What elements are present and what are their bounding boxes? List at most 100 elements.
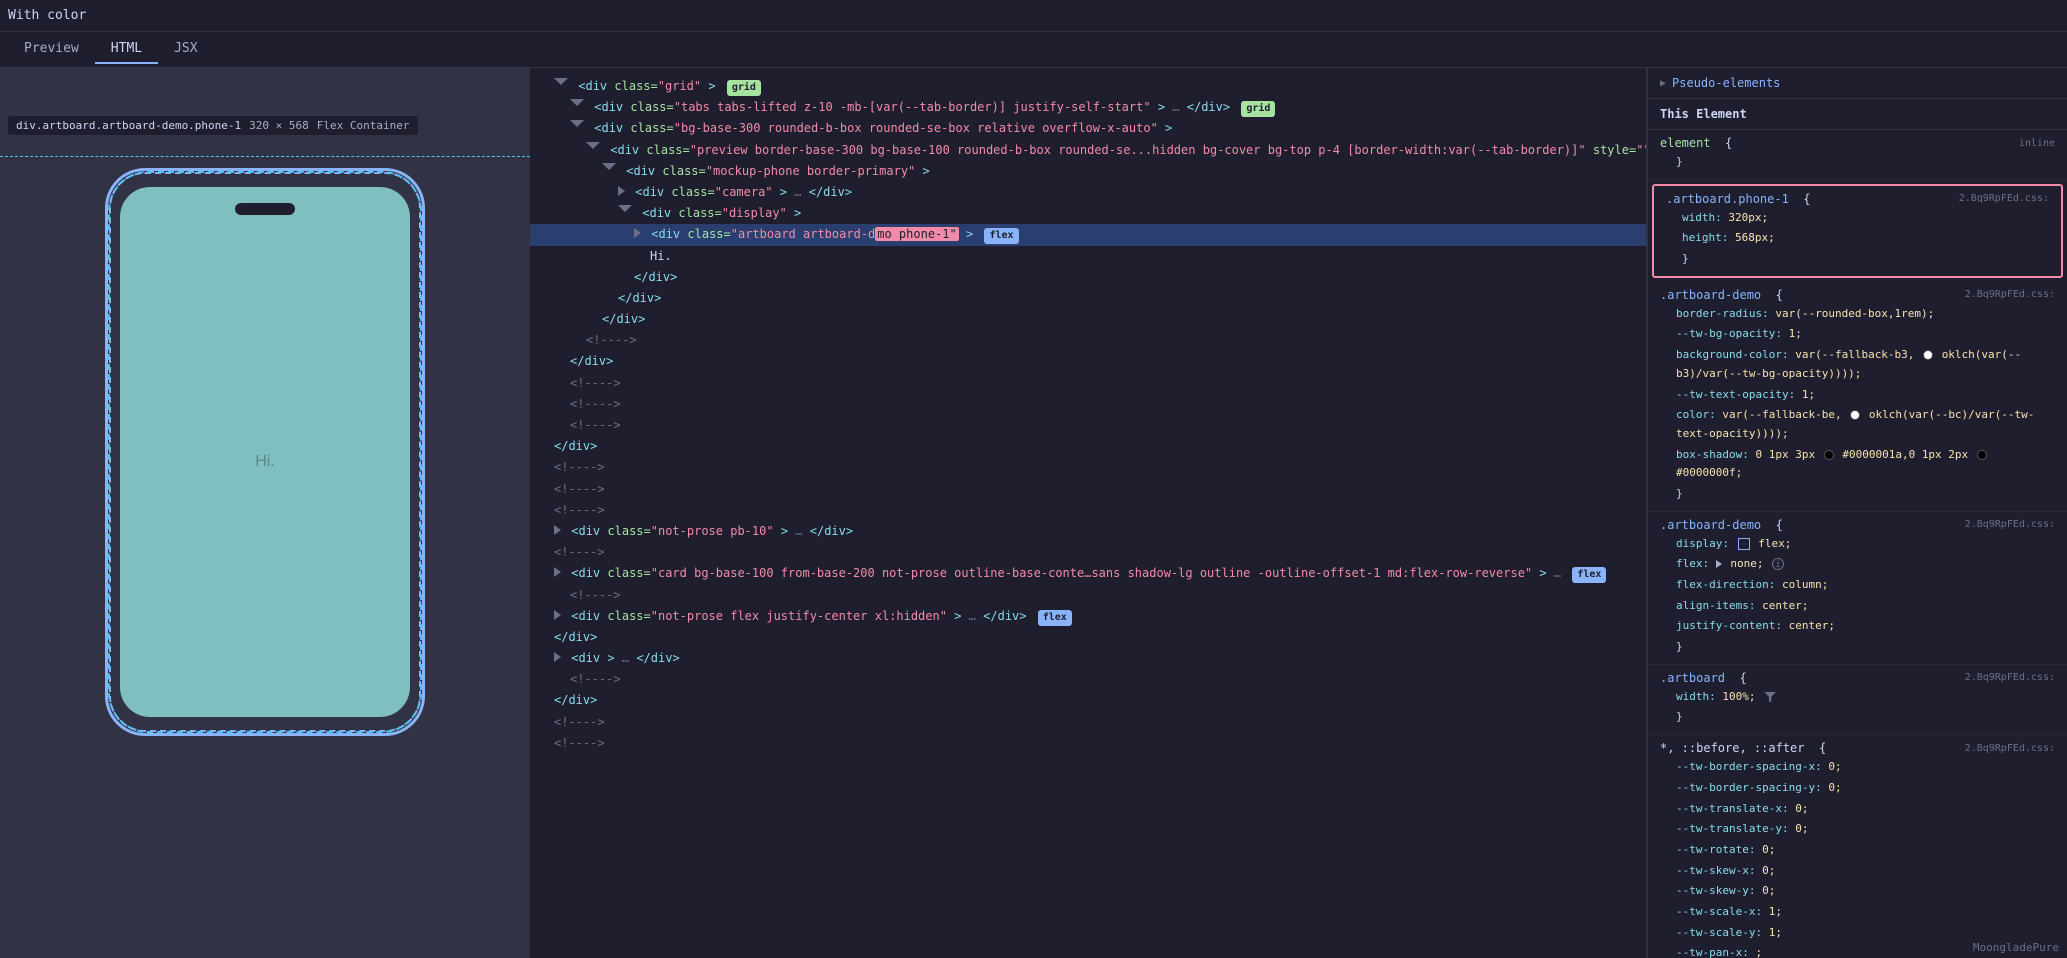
triangle-icon[interactable] xyxy=(618,205,632,217)
style-selector: element ︎ { inline xyxy=(1660,136,2055,150)
triangle-icon[interactable] xyxy=(618,186,625,196)
element-info-bar: div.artboard.artboard-demo.phone-1 320 ×… xyxy=(8,116,418,135)
style-prop: } xyxy=(1660,707,2055,728)
style-prop: box-shadow: 0 1px 3px #0000001a,0 1px 2p… xyxy=(1660,445,2055,484)
style-prop: --tw-border-spacing-x: 0; xyxy=(1660,757,2055,778)
style-prop: justify-content: center; xyxy=(1660,616,2055,637)
style-selector: *, ::before, ::after ︎ { 2.Bq9RpFEd.css: xyxy=(1660,741,2055,755)
triangle-icon[interactable] xyxy=(554,525,561,535)
html-line[interactable]: <!----> xyxy=(530,330,1646,351)
style-prop: width: 320px; xyxy=(1666,208,2049,229)
ruler-top xyxy=(0,156,530,158)
html-line[interactable]: <!----> xyxy=(530,457,1646,478)
style-prop: } xyxy=(1660,484,2055,505)
style-selector: .artboard ︎ { 2.Bq9RpFEd.css: xyxy=(1660,671,2055,685)
html-line[interactable]: <div class="card bg-base-100 from-base-2… xyxy=(530,563,1646,584)
style-prop: --tw-skew-y: 0; xyxy=(1660,881,2055,902)
html-line[interactable]: <div class="camera" > … </div> xyxy=(530,182,1646,203)
html-line[interactable]: <div class="display" > xyxy=(530,203,1646,224)
style-prop: width: 100%; xyxy=(1660,687,2055,708)
style-block-element: element ︎ { inline } xyxy=(1648,130,2067,180)
style-prop: --tw-skew-x: 0; xyxy=(1660,861,2055,882)
phone-hi-text: Hi. xyxy=(255,453,275,471)
html-line[interactable]: Hi. xyxy=(530,246,1646,267)
flex-icon xyxy=(1738,538,1750,550)
main-content: div.artboard.artboard-demo.phone-1 320 ×… xyxy=(0,68,2067,958)
tab-html[interactable]: HTML xyxy=(95,35,158,64)
style-block-artboard: .artboard ︎ { 2.Bq9RpFEd.css: width: 100… xyxy=(1648,665,2067,735)
arrow-right-icon xyxy=(1716,560,1722,568)
triangle-icon[interactable] xyxy=(554,652,561,662)
element-type: Flex Container xyxy=(317,119,410,132)
color-swatch-white2 xyxy=(1850,410,1860,420)
style-selector: .artboard.phone-1 ︎ { 2.Bq9RpFEd.css: xyxy=(1666,192,2049,206)
html-line[interactable]: </div> xyxy=(530,351,1646,372)
style-prop: align-items: center; xyxy=(1660,596,2055,617)
pseudo-elements-header[interactable]: ▶ Pseudo-elements xyxy=(1648,68,2067,99)
style-block-artboard-demo-1: .artboard-demo ︎ { 2.Bq9RpFEd.css: borde… xyxy=(1648,282,2067,512)
html-line[interactable]: <div class="bg-base-300 rounded-b-box ro… xyxy=(530,118,1646,139)
phone-outer: Hi. xyxy=(105,168,425,736)
triangle-icon[interactable] xyxy=(554,567,561,577)
tab-bar: Preview HTML JSX xyxy=(0,32,2067,68)
color-swatch-black2 xyxy=(1977,450,1987,460)
style-prop: --tw-translate-y: 0; xyxy=(1660,819,2055,840)
html-line[interactable]: <!----> xyxy=(530,394,1646,415)
style-block-phone1: .artboard.phone-1 ︎ { 2.Bq9RpFEd.css: wi… xyxy=(1652,184,2063,278)
html-line[interactable]: </div> xyxy=(530,436,1646,457)
html-line[interactable]: <div class="not-prose pb-10" > … </div> xyxy=(530,521,1646,542)
style-prop: } xyxy=(1660,152,2055,173)
html-line[interactable]: </div> xyxy=(530,309,1646,330)
html-line[interactable]: </div> xyxy=(530,627,1646,648)
triangle-icon[interactable] xyxy=(554,78,568,90)
triangle-icon[interactable] xyxy=(570,120,584,132)
html-line[interactable]: <div class="mockup-phone border-primary"… xyxy=(530,161,1646,182)
style-prop: flex: none; i xyxy=(1660,554,2055,575)
color-swatch-black1 xyxy=(1824,450,1834,460)
triangle-icon[interactable] xyxy=(602,163,616,175)
html-line[interactable]: <div class="not-prose flex justify-cente… xyxy=(530,606,1646,627)
html-line[interactable]: <!----> xyxy=(530,733,1646,754)
style-prop: --tw-text-opacity: 1; xyxy=(1660,385,2055,406)
html-line[interactable]: <!----> xyxy=(530,479,1646,500)
funnel-icon xyxy=(1764,692,1776,702)
tab-jsx[interactable]: JSX xyxy=(158,35,213,64)
style-prop: height: 568px; xyxy=(1666,228,2049,249)
html-line-selected[interactable]: <div class="artboard artboard-dmo phone-… xyxy=(530,224,1646,245)
element-path: div.artboard.artboard-demo.phone-1 xyxy=(16,119,241,132)
triangle-icon[interactable] xyxy=(586,142,600,154)
arrow-icon: ▶ xyxy=(1660,78,1666,89)
style-selector: .artboard-demo ︎ { 2.Bq9RpFEd.css: xyxy=(1660,288,2055,302)
tab-preview[interactable]: Preview xyxy=(8,35,95,64)
info-icon: i xyxy=(1772,558,1784,570)
phone-camera xyxy=(235,203,295,215)
html-line[interactable]: <!----> xyxy=(530,500,1646,521)
triangle-icon[interactable] xyxy=(570,99,584,111)
html-line[interactable]: <!----> xyxy=(530,542,1646,563)
html-line[interactable]: <div > … </div> xyxy=(530,648,1646,669)
style-prop: flex-direction: column; xyxy=(1660,575,2055,596)
html-line[interactable]: </div> xyxy=(530,690,1646,711)
html-line[interactable]: <!----> xyxy=(530,373,1646,394)
html-line[interactable]: </div> xyxy=(530,267,1646,288)
phone-screen: Hi. xyxy=(120,187,410,717)
style-prop: --tw-scale-x: 1; xyxy=(1660,902,2055,923)
html-line[interactable]: <!----> xyxy=(530,669,1646,690)
html-line[interactable]: <!----> xyxy=(530,585,1646,606)
style-prop: } xyxy=(1660,637,2055,658)
html-line[interactable]: <div class="preview border-base-300 bg-b… xyxy=(530,140,1646,161)
style-prop: border-radius: var(--rounded-box,1rem); xyxy=(1660,304,2055,325)
html-line[interactable]: <div class="grid" > grid xyxy=(530,76,1646,97)
html-line[interactable]: <div class="tabs tabs-lifted z-10 -mb-[v… xyxy=(530,97,1646,118)
top-bar: With color xyxy=(0,0,2067,32)
html-panel[interactable]: <div class="grid" > grid <div class="tab… xyxy=(530,68,1647,958)
pseudo-elements-label: Pseudo-elements xyxy=(1672,76,1780,90)
html-line[interactable]: </div> xyxy=(530,288,1646,309)
triangle-icon[interactable] xyxy=(634,228,641,238)
style-prop: --tw-bg-opacity: 1; xyxy=(1660,324,2055,345)
this-element-label: This Element xyxy=(1648,99,2067,130)
html-line[interactable]: <!----> xyxy=(530,712,1646,733)
html-line[interactable]: <!----> xyxy=(530,415,1646,436)
triangle-icon[interactable] xyxy=(554,610,561,620)
style-prop: color: var(--fallback-be, oklch(var(--bc… xyxy=(1660,405,2055,444)
